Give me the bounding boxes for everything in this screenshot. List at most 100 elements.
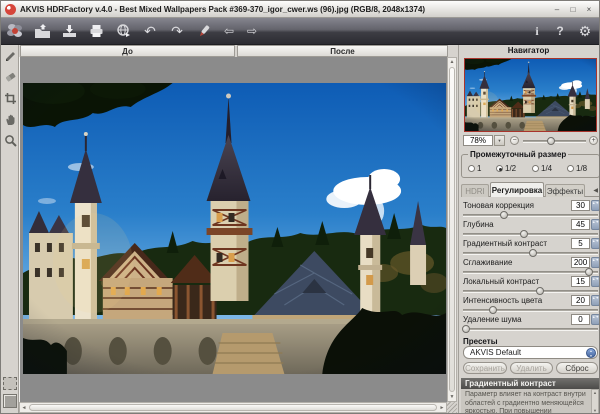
slider-thumb[interactable] [488,306,497,314]
slider-track[interactable] [461,325,598,333]
scroll-down-icon[interactable]: ▼ [448,393,456,401]
slider-value-input[interactable] [571,276,590,287]
help-button[interactable]: ? [551,21,569,42]
slider-value-input[interactable] [571,314,590,325]
zoom-slider-track[interactable] [523,137,586,145]
resize-grip[interactable] [447,402,457,413]
next-image-button[interactable]: ⇨ [243,21,261,42]
preset-reset-button[interactable]: Сброс [556,362,598,374]
preset-selected-value: AKVIS Default [470,348,522,357]
slider-track[interactable] [463,211,598,219]
radio-circle-icon [532,165,539,172]
quick-process-button[interactable] [193,21,215,42]
app-logo-icon [5,3,16,15]
horizontal-scrollbar[interactable]: ◄ ► [19,402,447,413]
preset-delete-button[interactable]: Удалить [510,362,553,374]
hint-scrollbar[interactable]: ▲ ▼ [591,389,599,413]
spinner-buttons[interactable]: ▲▼ [591,200,599,211]
minimize-button[interactable]: – [551,4,563,15]
size-radio-1-8[interactable]: 1/8 [567,164,587,173]
zoom-in-button[interactable]: + [589,136,598,145]
slider-label: Градиентный контраст [463,239,547,248]
slider-value-input[interactable] [571,219,590,230]
crop-tool-button[interactable] [2,90,18,106]
spinner-buttons[interactable]: ▲▼ [591,238,599,249]
tab-hdri[interactable]: HDRI [461,184,489,197]
preset-save-button[interactable]: Сохранить [463,362,507,374]
slider-thumb[interactable] [584,268,593,276]
zoom-dropdown-button[interactable]: ▼ [494,135,505,146]
radio-circle-icon [496,165,503,172]
size-radio-1-2[interactable]: 1/2 [496,164,516,173]
slider-thumb[interactable] [499,211,508,219]
preset-dropdown[interactable]: AKVIS Default ▲ ▼ [463,346,598,359]
slider-thumb[interactable] [519,230,528,238]
spinner-buttons[interactable]: ▲▼ [591,276,599,287]
slider-row-local-contrast: Локальный контраст ▲▼ [459,276,599,295]
tab-effects[interactable]: Эффекты [545,184,585,197]
size-radio-1[interactable]: 1 [468,164,481,173]
spinner-buttons[interactable]: ▲▼ [591,219,599,230]
tools-panel [1,45,19,413]
vertical-scrollbar[interactable]: ▲ ▼ [447,57,457,402]
slider-value-input[interactable] [571,200,590,211]
zoom-percent-input[interactable] [463,135,493,146]
size-radio-1-label: 1 [477,164,482,173]
size-radio-1-2-label: 1/2 [505,164,517,173]
spinner-buttons[interactable]: ▲▼ [591,295,599,306]
slider-thumb[interactable] [535,287,544,295]
slider-label: Интенсивность цвета [463,296,543,305]
undo-button[interactable]: ↶ [139,21,161,42]
scroll-right-icon[interactable]: ► [438,404,446,412]
spinner-buttons[interactable]: ▲▼ [591,257,599,268]
print-button[interactable] [85,21,107,42]
slider-label: Тоновая коррекция [463,201,535,210]
slider-track[interactable] [463,230,598,238]
slider-track[interactable] [463,249,598,257]
slider-track[interactable] [463,268,598,276]
akvis-logo-icon [4,21,26,42]
maximize-button[interactable]: □ [567,4,579,15]
redo-button[interactable]: ↷ [166,21,188,42]
scroll-left-icon[interactable]: ◄ [20,404,28,412]
scroll-up-icon[interactable]: ▲ [448,58,456,66]
collapse-panel-icon[interactable]: ◀ [593,187,598,194]
tab-after[interactable]: После [237,45,448,57]
vertical-scroll-thumb[interactable] [449,67,455,392]
pencil-tool-button[interactable] [2,48,18,64]
hint-scroll-down-icon[interactable]: ▼ [592,408,598,413]
horizontal-scroll-thumb[interactable] [29,404,437,411]
preview-window-icon[interactable] [3,377,17,390]
hint-scroll-up-icon[interactable]: ▲ [592,390,598,396]
zoom-tool-button[interactable] [2,132,18,148]
post-to-web-button[interactable] [112,21,134,42]
spinner-buttons[interactable]: ▲▼ [591,314,599,325]
preset-dropdown-icon[interactable]: ▲ ▼ [586,348,596,358]
title-bar: AKVIS HDRFactory v.4.0 - Best Mixed Wall… [1,1,599,18]
close-button[interactable]: × [583,4,595,15]
slider-track[interactable] [463,306,598,314]
preferences-gear-button[interactable]: ⚙ [574,21,596,42]
slider-label: Локальный контраст [463,277,540,286]
tab-before[interactable]: До [20,45,235,57]
navigator-thumbnail[interactable] [464,58,597,132]
slider-thumb[interactable] [461,325,470,333]
previous-image-button[interactable]: ⇦ [220,21,238,42]
size-radio-1-4[interactable]: 1/4 [532,164,552,173]
info-button[interactable]: i [528,21,546,42]
eraser-tool-button[interactable] [2,69,18,85]
zoom-out-button[interactable]: − [510,136,519,145]
save-image-button[interactable] [58,21,80,42]
zoom-slider-thumb[interactable] [547,137,556,145]
slider-value-input[interactable] [571,238,590,249]
slider-value-input[interactable] [571,295,590,306]
background-color-swatch[interactable] [3,394,17,408]
slider-thumb[interactable] [529,249,538,257]
castle-photo[interactable] [23,83,446,374]
open-image-button[interactable] [31,21,53,42]
parameter-tabs: HDRI Регулировка Эффекты ◀ [461,182,599,197]
slider-value-input[interactable] [571,257,590,268]
slider-track[interactable] [463,287,598,295]
hand-tool-button[interactable] [2,111,18,127]
tab-adjustment[interactable]: Регулировка [490,182,544,197]
